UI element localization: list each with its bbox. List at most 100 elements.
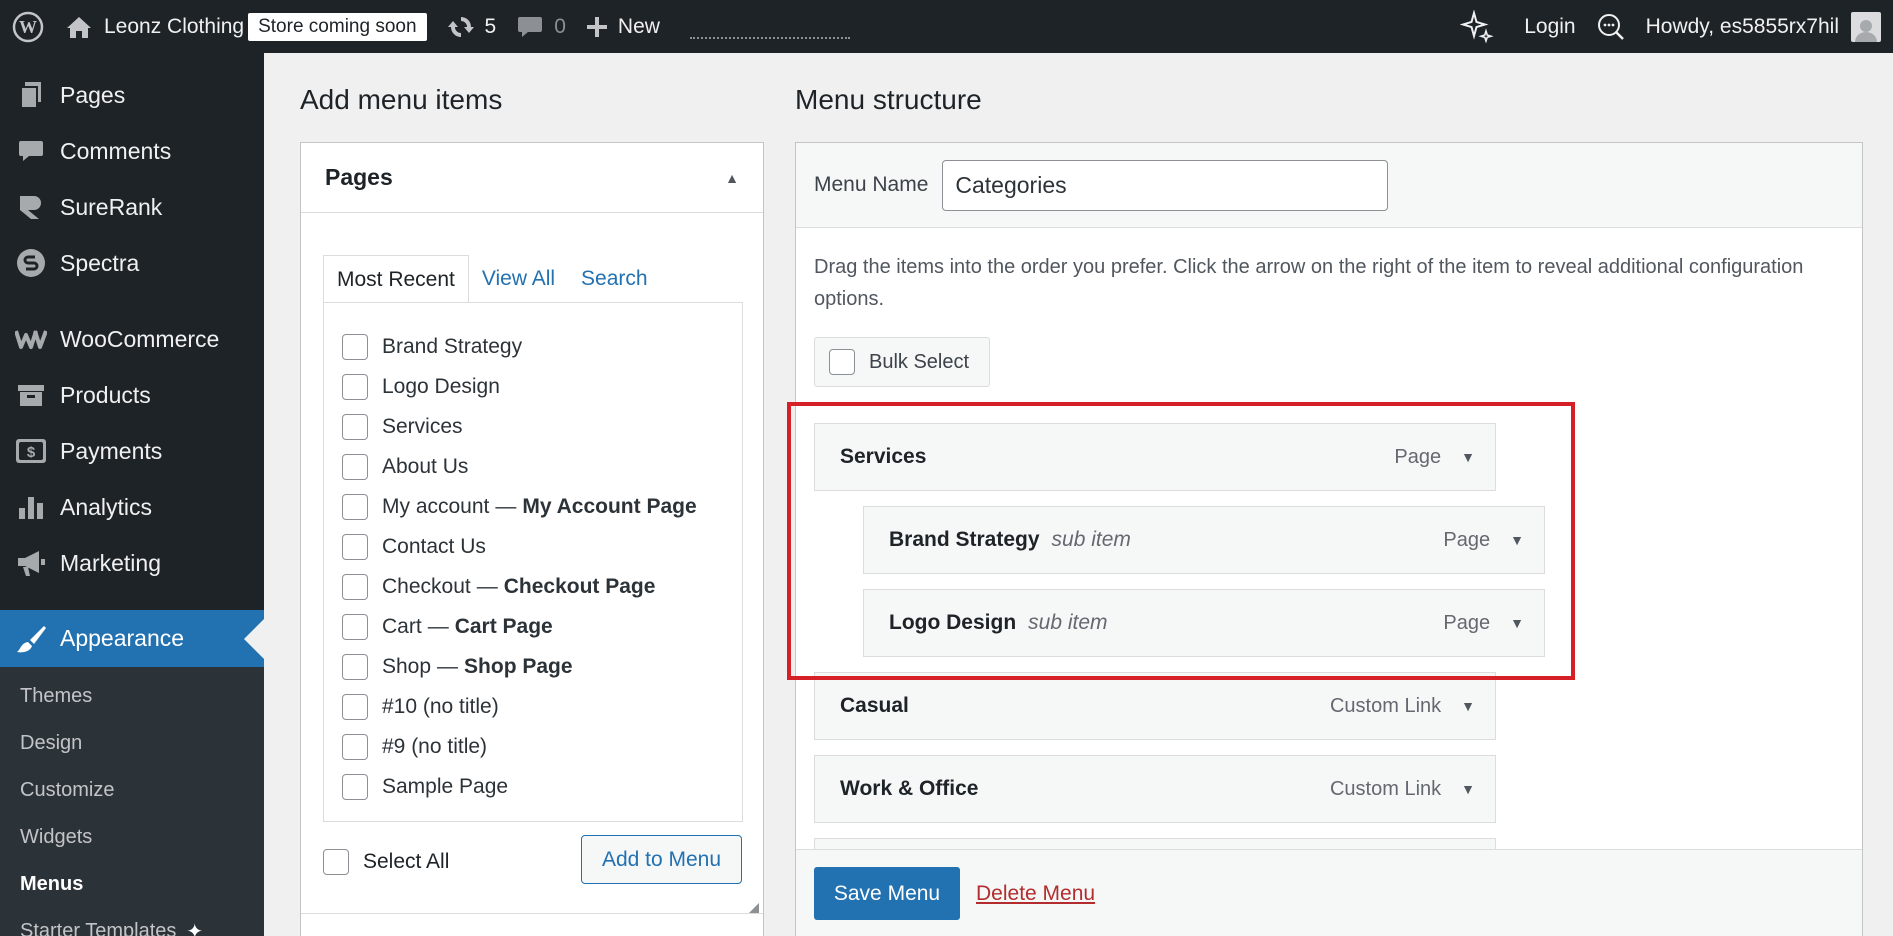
page-label: My account: [382, 495, 490, 518]
submenu-starter-templates[interactable]: Starter Templates ✦: [0, 908, 264, 936]
expand-arrow-icon[interactable]: ▼: [1461, 781, 1475, 797]
sidebar-item-spectra[interactable]: Spectra: [0, 235, 264, 291]
page-label: Logo Design: [382, 375, 500, 398]
page-checkbox[interactable]: [342, 414, 368, 440]
sidebar-item-comments[interactable]: Comments: [0, 123, 264, 179]
save-menu-button[interactable]: Save Menu: [814, 867, 960, 920]
list-item[interactable]: #9 (no title): [342, 727, 724, 767]
page-suffix: Cart Page: [454, 615, 553, 638]
page-label: Checkout: [382, 575, 471, 598]
menu-item-work-office[interactable]: Work & Office Custom Link ▼: [814, 755, 1496, 823]
menu-name-input[interactable]: Categories: [942, 159, 1389, 211]
page-checkbox[interactable]: [342, 334, 368, 360]
store-coming-soon-badge[interactable]: Store coming soon: [248, 12, 427, 41]
sidebar-item-pages[interactable]: Pages: [0, 67, 264, 123]
page-label: Contact Us: [382, 535, 486, 558]
list-item[interactable]: Shop — Shop Page: [342, 647, 724, 687]
plus-icon: [586, 16, 608, 38]
login-link[interactable]: Login: [1514, 0, 1585, 53]
sidebar-item-appearance[interactable]: Appearance: [0, 610, 264, 667]
page-checkbox[interactable]: [342, 654, 368, 680]
sidebar-item-label: Analytics: [60, 493, 153, 520]
paintbrush-icon: [14, 622, 48, 656]
comments-count: 0: [554, 14, 566, 38]
sidebar-item-woocommerce[interactable]: WooCommerce: [0, 311, 264, 367]
list-item[interactable]: Checkout — Checkout Page: [342, 567, 724, 607]
sidebar-item-products[interactable]: Products: [0, 367, 264, 423]
submenu-starter-templates-label: Starter Templates: [20, 920, 177, 936]
page-suffix: My Account Page: [522, 495, 697, 518]
my-account-link[interactable]: Howdy, es5855rx7hil: [1636, 0, 1893, 53]
avatar: [1851, 11, 1881, 42]
select-all-checkbox[interactable]: [323, 849, 349, 875]
tab-view-all[interactable]: View All: [469, 255, 568, 303]
comment-bubble-icon: [516, 14, 544, 40]
page-suffix: Checkout Page: [503, 575, 656, 598]
pages-panel-header[interactable]: Pages ▲: [301, 143, 763, 213]
spectra-icon: [14, 246, 48, 280]
surerank-icon: [14, 190, 48, 224]
page-checkbox[interactable]: [342, 454, 368, 480]
sidebar-item-payments[interactable]: $ Payments: [0, 423, 264, 479]
page-checkbox[interactable]: [342, 734, 368, 760]
search-chat-icon[interactable]: [1586, 0, 1636, 53]
pages-panel-title: Pages: [325, 164, 393, 190]
page-checkbox[interactable]: [342, 574, 368, 600]
new-label: New: [617, 14, 660, 38]
list-item[interactable]: Contact Us: [342, 527, 724, 567]
page-checkbox[interactable]: [342, 694, 368, 720]
submenu-menus[interactable]: Menus: [0, 861, 264, 908]
sidebar-item-marketing[interactable]: Marketing: [0, 535, 264, 591]
page-checkbox[interactable]: [342, 494, 368, 520]
select-all-label: Select All: [363, 850, 450, 873]
bulk-select[interactable]: Bulk Select: [814, 337, 990, 387]
sidebar-item-analytics[interactable]: Analytics: [0, 479, 264, 535]
collapse-arrow-icon[interactable]: ▲: [725, 170, 739, 186]
bulk-select-label: Bulk Select: [869, 350, 970, 373]
pages-icon: [14, 78, 48, 112]
menu-name-row: Menu Name Categories: [796, 143, 1862, 228]
page-label: Cart: [382, 615, 422, 638]
tab-most-recent[interactable]: Most Recent: [323, 255, 469, 303]
list-item[interactable]: Sample Page: [342, 767, 724, 807]
sidebar-item-label: Marketing: [60, 549, 161, 576]
comments-link[interactable]: 0: [506, 0, 576, 53]
sidebar-item-label: Spectra: [60, 249, 140, 276]
admin-bar-placeholder: [689, 36, 850, 39]
submenu-design[interactable]: Design: [0, 720, 264, 767]
new-content-link[interactable]: New: [576, 0, 670, 53]
page-checkbox[interactable]: [342, 774, 368, 800]
page-checkbox[interactable]: [342, 374, 368, 400]
submenu-widgets[interactable]: Widgets: [0, 814, 264, 861]
list-item[interactable]: Brand Strategy: [342, 327, 724, 367]
sidebar-item-label: Pages: [60, 81, 126, 108]
sidebar-item-label: Comments: [60, 137, 172, 164]
tab-search[interactable]: Search: [568, 255, 661, 303]
admin-sidebar: Pages Comments SureRank Spectra WooComme…: [0, 53, 264, 936]
select-all[interactable]: Select All: [323, 849, 449, 875]
ai-sparkle-icon[interactable]: [1450, 0, 1504, 53]
sidebar-item-label: Appearance: [60, 625, 185, 651]
list-item[interactable]: My account — My Account Page: [342, 487, 724, 527]
page-checkbox[interactable]: [342, 534, 368, 560]
list-item[interactable]: Logo Design: [342, 367, 724, 407]
menu-item-casual[interactable]: Casual Custom Link ▼: [814, 672, 1496, 740]
page-checkbox[interactable]: [342, 614, 368, 640]
submenu-themes[interactable]: Themes: [0, 673, 264, 720]
bulk-select-checkbox[interactable]: [829, 349, 855, 375]
menu-item-title: Work & Office: [840, 777, 979, 800]
add-to-menu-button[interactable]: Add to Menu: [581, 835, 742, 884]
list-item[interactable]: #10 (no title): [342, 687, 724, 727]
updates-link[interactable]: 5: [437, 0, 507, 53]
list-item[interactable]: Cart — Cart Page: [342, 607, 724, 647]
submenu-customize[interactable]: Customize: [0, 767, 264, 814]
list-item[interactable]: Services: [342, 407, 724, 447]
page-separator: —: [437, 655, 459, 678]
list-item[interactable]: About Us: [342, 447, 724, 487]
wordpress-logo-icon[interactable]: W: [0, 0, 56, 53]
page-separator: —: [476, 575, 498, 598]
sidebar-item-surerank[interactable]: SureRank: [0, 179, 264, 235]
delete-menu-link[interactable]: Delete Menu: [976, 882, 1095, 906]
site-name-link[interactable]: Leonz Clothing Store coming soon: [56, 0, 437, 53]
expand-arrow-icon[interactable]: ▼: [1461, 698, 1475, 714]
